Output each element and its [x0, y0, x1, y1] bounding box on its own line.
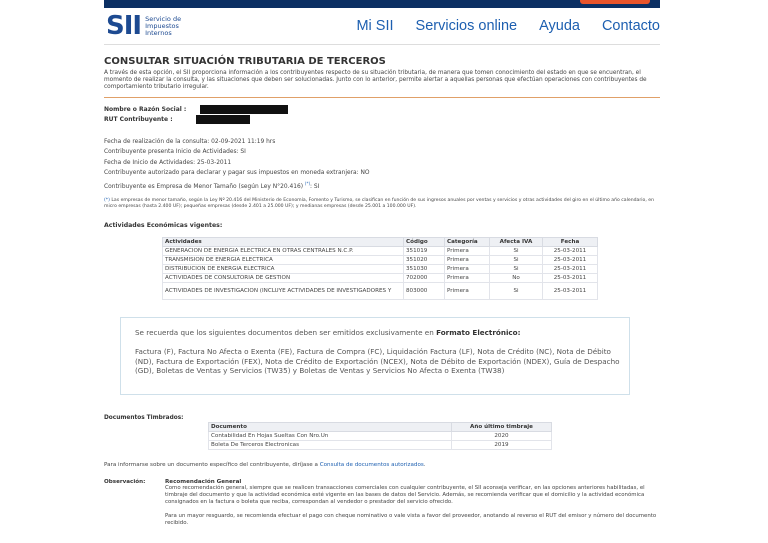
- table-row: DISTRIBUCION DE ENERGIA ELECTRICA 351030 P…: [162, 264, 598, 274]
- table-header-row: Actividades Código Categoría Afecta IVA …: [162, 237, 598, 247]
- table-row: Contabilidad En Hojas Sueltas Con Nro.Un…: [208, 431, 552, 441]
- name-redacted: [200, 104, 288, 114]
- divider: [104, 97, 660, 98]
- rut-redacted: [196, 114, 250, 124]
- consulta-documentos-link[interactable]: Consulta de documentos autorizados: [320, 462, 424, 468]
- observation-p1: Como recomendación general, siempre que …: [165, 485, 645, 505]
- page-intro: A través de esta opción, el SII proporci…: [104, 70, 647, 90]
- fecha-inicio: Fecha de Inicio de Actividades: 25-03-20…: [104, 159, 232, 166]
- observation-block: Recomendación General Como recomendación…: [165, 479, 659, 527]
- nav-mi-sii[interactable]: Mi SII: [356, 18, 393, 34]
- table-row: ACTIVIDADES DE CONSULTORIA DE GESTION 702…: [162, 273, 598, 283]
- electronic-doc-list: Factura (F), Factura No Afecta o Exenta …: [135, 347, 620, 375]
- top-accent: [580, 0, 650, 4]
- table-row: TRANSMISION DE ENERGIA ELECTRICA 351020 Pr…: [162, 255, 598, 265]
- table-row: Boleta De Terceros Electronicas 2019: [208, 440, 552, 450]
- electronic-format-box: Se recuerda que los siguientes documento…: [120, 317, 630, 395]
- sii-logo[interactable]: SII Servicio de Impuestos Internos: [106, 12, 181, 40]
- table-row: GENERACION DE ENERGIA ELECTRICA EN OTRAS…: [162, 246, 598, 256]
- menor-tamano: Contribuyente es Empresa de Menor Tamaño…: [104, 180, 320, 190]
- main-content: CONSULTAR SITUACIÓN TRIBUTARIA DE TERCER…: [104, 56, 660, 98]
- observation-label: Observación:: [104, 479, 146, 485]
- electronic-lead: Se recuerda que los siguientes documento…: [135, 328, 521, 337]
- main-nav: Mi SII Servicios online Ayuda Contacto: [334, 18, 660, 34]
- specific-doc-text: Para informarse sobre un documento espec…: [104, 462, 426, 468]
- footnote: (*) Las empresas de menor tamaño, según …: [104, 198, 654, 209]
- table-row: ACTIVIDADES DE INVESTIGACION (INCLUYE AC…: [162, 282, 598, 300]
- page-title: CONSULTAR SITUACIÓN TRIBUTARIA DE TERCER…: [104, 56, 386, 67]
- nav-contacto[interactable]: Contacto: [602, 18, 660, 34]
- nav-servicios-online[interactable]: Servicios online: [416, 18, 518, 34]
- taxpayer-info: Fecha de realización de la consulta: 02-…: [104, 137, 660, 192]
- taxpayer-block: Nombre o Razón Social : RUT Contribuyent…: [104, 104, 288, 124]
- top-bar: [104, 0, 660, 8]
- observation-p2: Para un mayor resguardo, se recomienda e…: [165, 513, 657, 526]
- activities-table: Actividades Código Categoría Afecta IVA …: [162, 237, 598, 300]
- rut-label: RUT Contribuyente :: [104, 115, 173, 123]
- site-header: SII Servicio de Impuestos Internos Mi SI…: [104, 8, 660, 45]
- activities-title: Actividades Económicas vigentes:: [104, 222, 223, 229]
- name-label: Nombre o Razón Social :: [104, 105, 187, 113]
- logo-mark: SII: [106, 11, 142, 41]
- logo-text: Servicio de Impuestos Internos: [145, 14, 182, 37]
- inicio-actividades: Contribuyente presenta Inicio de Activid…: [104, 149, 246, 156]
- table-header-row: Documento Año último timbraje: [208, 422, 552, 432]
- fecha-consulta: Fecha de realización de la consulta: 02-…: [104, 139, 276, 145]
- nav-ayuda[interactable]: Ayuda: [539, 18, 580, 34]
- stamped-title: Documentos Timbrados:: [104, 415, 184, 421]
- moneda-extranjera: Contribuyente autorizado para declarar y…: [104, 170, 370, 177]
- stamped-table: Documento Año último timbraje Contabilid…: [208, 422, 552, 450]
